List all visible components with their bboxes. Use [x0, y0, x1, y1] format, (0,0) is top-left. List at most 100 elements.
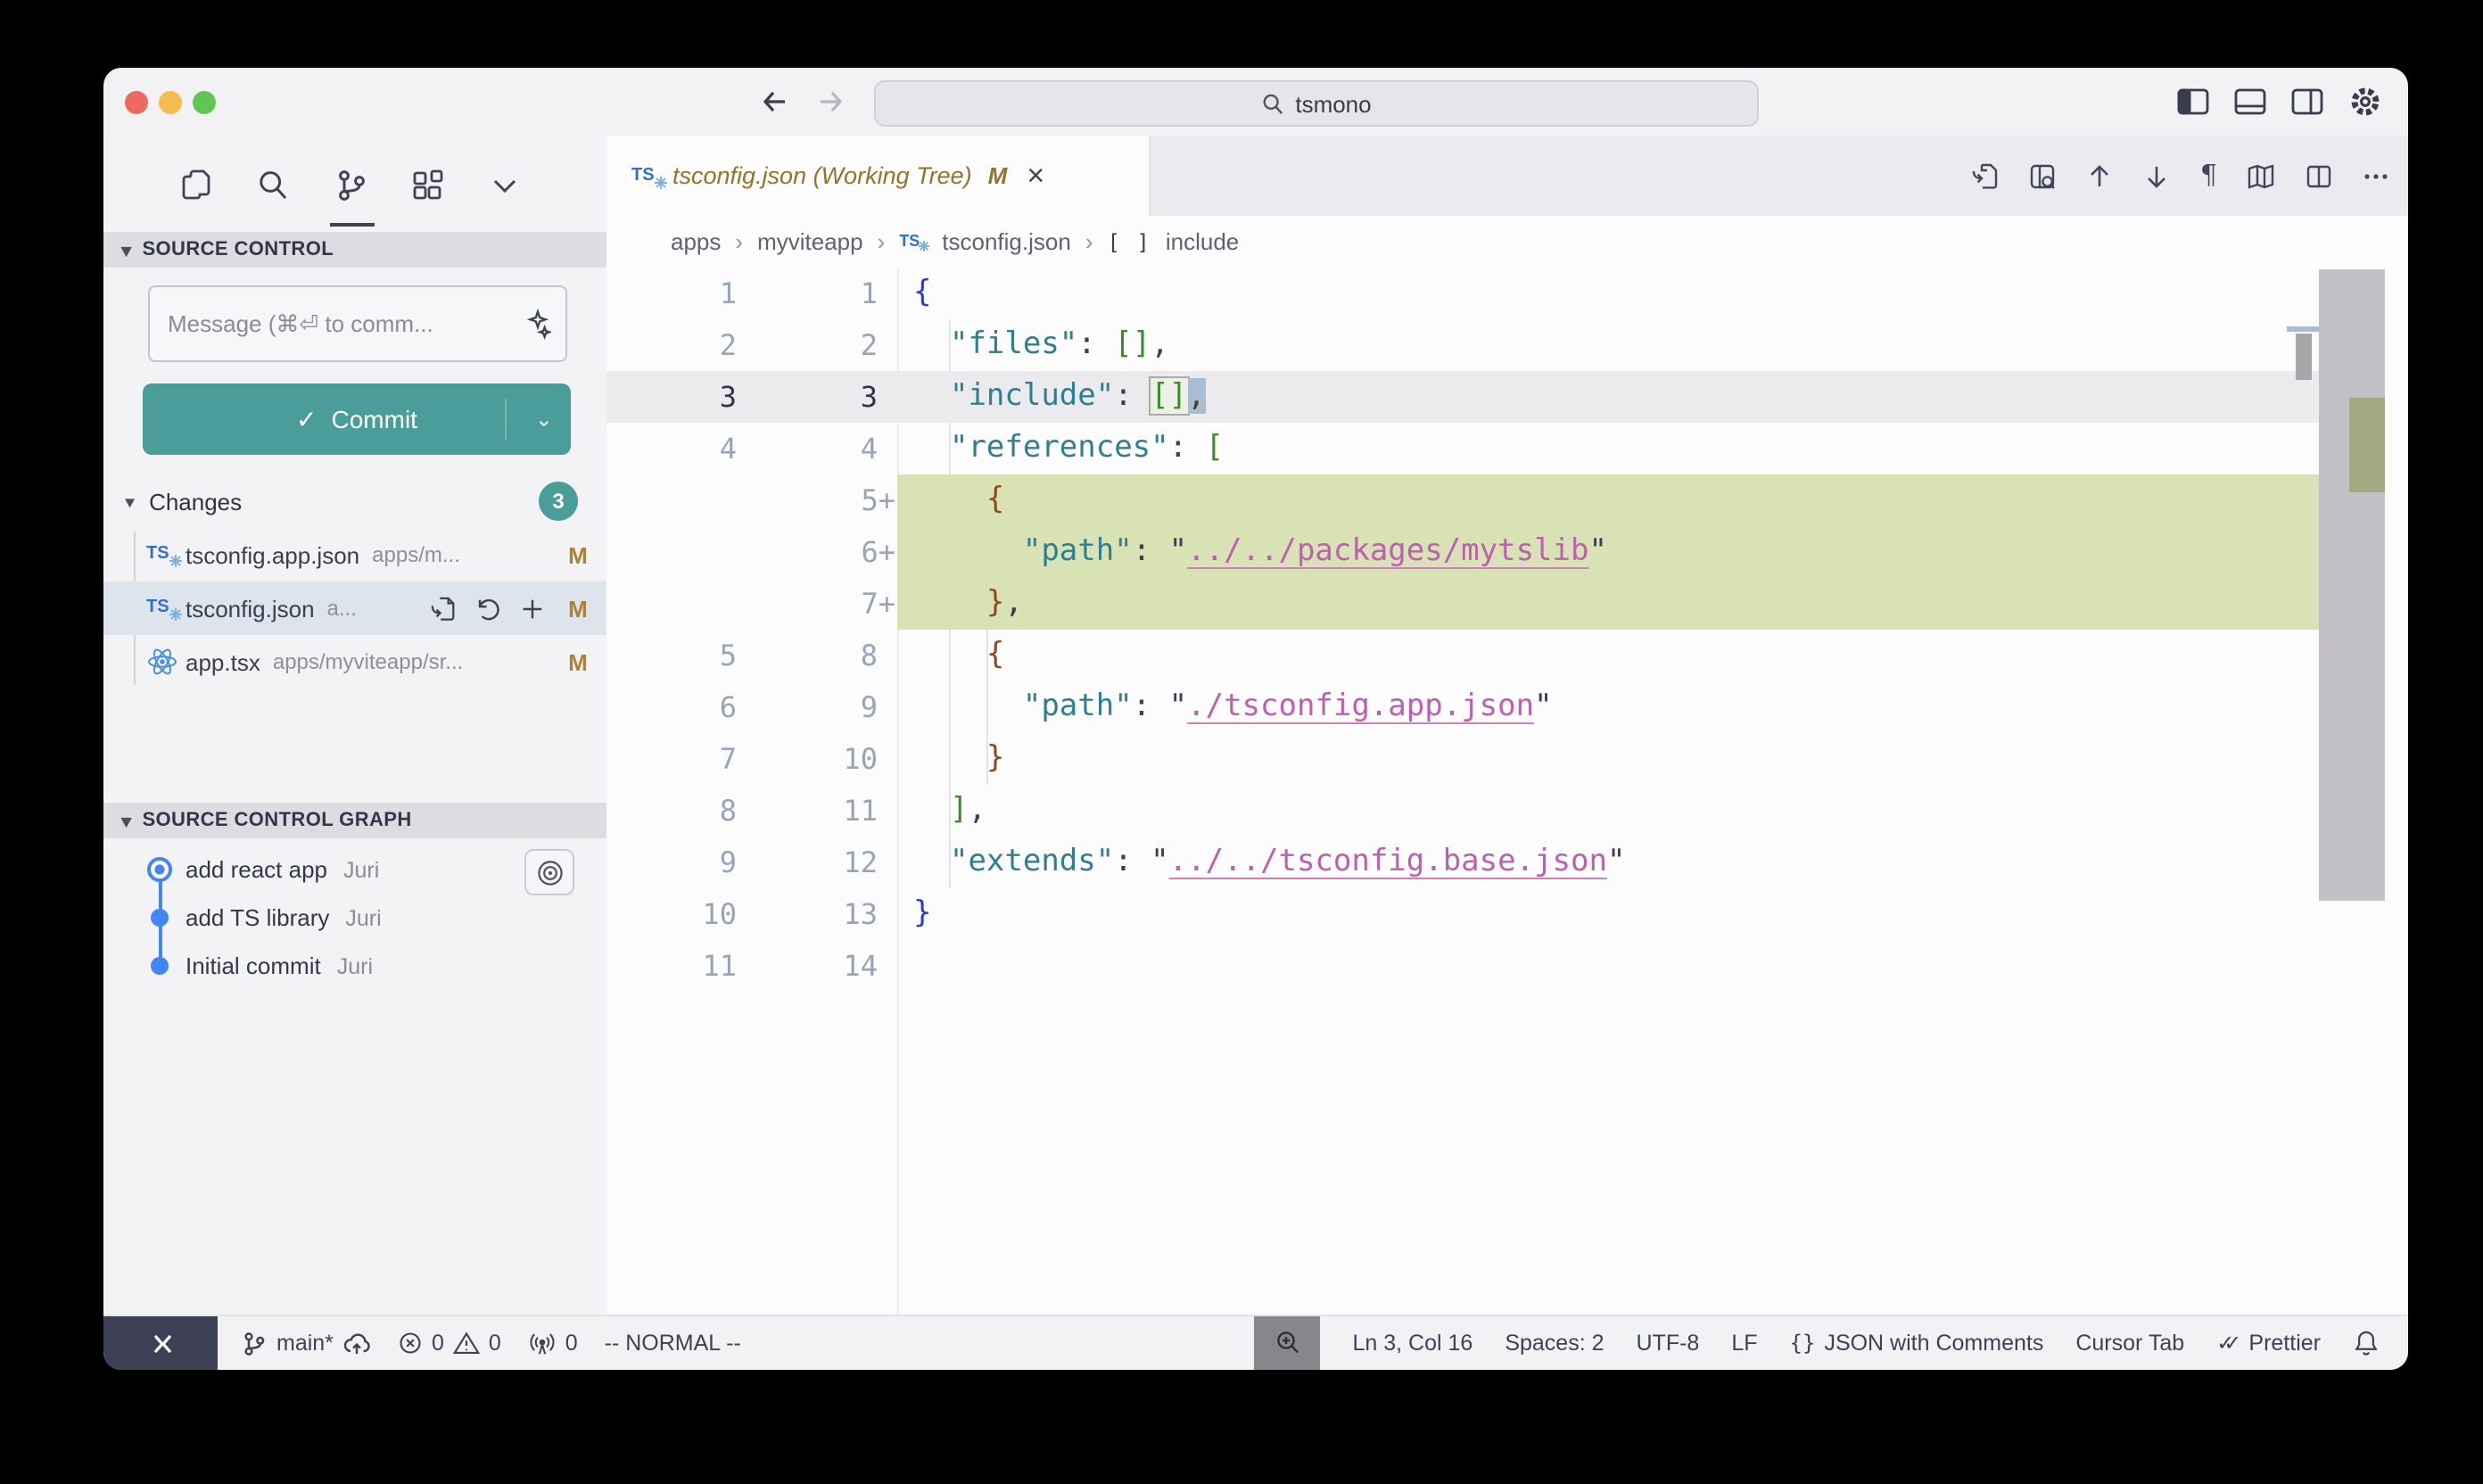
- cursor-tab-item[interactable]: Cursor Tab: [2075, 1331, 2184, 1356]
- extensions-icon[interactable]: [410, 168, 446, 203]
- code-line-9[interactable]: 69 "path": "./tsconfig.app.json": [606, 681, 2408, 733]
- code-line-3[interactable]: 33 "include": [],: [606, 371, 2408, 423]
- eol-item[interactable]: LF: [1731, 1331, 1757, 1356]
- notifications-bell-icon[interactable]: [2353, 1329, 2380, 1357]
- code-line-6[interactable]: 6+ "path": "../../packages/mytslib": [606, 526, 2408, 578]
- breadcrumb-item-tsconfig[interactable]: tsconfig.json: [942, 228, 1071, 255]
- back-arrow-icon[interactable]: [756, 84, 792, 120]
- ts-file-icon: TS: [146, 594, 178, 622]
- toggle-secondary-sidebar-icon[interactable]: [2290, 87, 2324, 116]
- active-view-underline: [330, 223, 375, 227]
- command-center-search[interactable]: tsmono: [874, 80, 1759, 127]
- maximize-traffic-light[interactable]: [193, 91, 216, 114]
- check-icon: ✓: [296, 404, 317, 434]
- chevron-down-icon[interactable]: [487, 168, 523, 203]
- target-icon[interactable]: [524, 849, 574, 895]
- forward-arrow-icon[interactable]: [813, 84, 849, 120]
- formatter-label: Prettier: [2248, 1331, 2321, 1356]
- next-change-icon[interactable]: [2143, 161, 2172, 190]
- indentation-item[interactable]: Spaces: 2: [1505, 1331, 1604, 1356]
- go-to-file-icon[interactable]: [1972, 161, 2000, 190]
- tab-tsconfig-working-tree[interactable]: TS tsconfig.json (Working Tree) M ×: [606, 136, 1151, 216]
- screen: tsmono: [0, 0, 2483, 1484]
- search-icon[interactable]: [255, 168, 291, 203]
- cursor-position-item[interactable]: Ln 3, Col 16: [1352, 1331, 1472, 1356]
- map-icon[interactable]: [2246, 161, 2276, 190]
- commit-row-3[interactable]: Initial commitJuri: [103, 942, 606, 990]
- warning-count: 0: [489, 1331, 501, 1356]
- code-line-4[interactable]: 44 "references": [: [606, 423, 2408, 474]
- changed-file-row-tsconfig.app.json[interactable]: TStsconfig.app.jsonapps/m...M: [103, 528, 606, 581]
- code-line-10[interactable]: 710 }: [606, 733, 2408, 785]
- language-mode-item[interactable]: {} JSON with Comments: [1790, 1331, 2044, 1356]
- file-path: a...: [327, 596, 430, 621]
- code-line-8[interactable]: 58 {: [606, 630, 2408, 681]
- commit-row-2[interactable]: add TS libraryJuri: [103, 894, 606, 942]
- breadcrumb: apps › myviteapp › TS tsconfig.json › [ …: [606, 216, 2408, 268]
- toggle-panel-icon[interactable]: [2233, 87, 2267, 116]
- changed-file-row-tsconfig.json[interactable]: TStsconfig.jsona...M: [103, 581, 606, 635]
- commit-message-input[interactable]: Message (⌘⏎ to comm...: [148, 285, 567, 362]
- zoom-in-icon: [1273, 1329, 1301, 1357]
- code-line-13[interactable]: 1013}: [606, 888, 2408, 940]
- source-control-icon[interactable]: [334, 168, 369, 203]
- discard-icon[interactable]: [474, 595, 501, 622]
- formatter-item[interactable]: ✓✓ Prettier: [2216, 1331, 2321, 1356]
- branch-status-item[interactable]: main*: [241, 1330, 371, 1356]
- split-editor-icon[interactable]: [2305, 161, 2333, 190]
- sidebar: ▾ SOURCE CONTROL Message (⌘⏎ to comm... …: [103, 136, 608, 1315]
- vscode-window: tsmono: [103, 68, 2408, 1370]
- code-line-1[interactable]: 11{: [606, 268, 2408, 319]
- breadcrumb-item-apps[interactable]: apps: [671, 228, 721, 255]
- prev-change-icon[interactable]: [2086, 161, 2115, 190]
- source-control-graph-section-header[interactable]: ▾ SOURCE CONTROL GRAPH: [103, 803, 606, 838]
- sparkle-icon[interactable]: [519, 308, 551, 340]
- remote-indicator[interactable]: [103, 1315, 218, 1370]
- zoom-indicator[interactable]: [1254, 1315, 1320, 1370]
- changed-file-row-app.tsx[interactable]: app.tsxapps/myviteapp/sr...M: [103, 635, 606, 688]
- code-line-2[interactable]: 22 "files": [],: [606, 319, 2408, 371]
- editor-toolbar: ¶: [1972, 136, 2390, 216]
- code-line-5[interactable]: 5+ {: [606, 474, 2408, 526]
- find-icon[interactable]: [2029, 161, 2058, 190]
- source-control-section-header[interactable]: ▾ SOURCE CONTROL: [103, 232, 606, 268]
- encoding-item[interactable]: UTF-8: [1637, 1331, 1700, 1356]
- close-icon[interactable]: ×: [1027, 161, 1044, 191]
- editor-scrollbar[interactable]: [2319, 269, 2385, 901]
- vim-mode-indicator: -- NORMAL --: [605, 1331, 741, 1356]
- more-actions-icon[interactable]: [2362, 161, 2390, 190]
- changes-section-header[interactable]: ▾ Changes 3: [103, 478, 606, 526]
- breadcrumb-item-myviteapp[interactable]: myviteapp: [757, 228, 863, 255]
- branch-name: main*: [276, 1331, 334, 1356]
- changes-label: Changes: [149, 489, 242, 515]
- minimize-traffic-light[interactable]: [159, 91, 182, 114]
- code-line-14[interactable]: 1114: [606, 940, 2408, 992]
- broadcast-status-item[interactable]: 0: [528, 1330, 578, 1356]
- commit-dropdown-chevron-icon[interactable]: ⌄: [535, 407, 553, 432]
- toggle-primary-sidebar-icon[interactable]: [2176, 87, 2210, 116]
- braces-icon: {}: [1790, 1331, 1816, 1356]
- code-line-7[interactable]: 7+ },: [606, 578, 2408, 630]
- diff-editor[interactable]: 11{22 "files": [],33 "include": [],44 "r…: [606, 268, 2408, 1315]
- code-line-12[interactable]: 912 "extends": "../../tsconfig.base.json…: [606, 837, 2408, 888]
- status-bar: main* 0 0 0 -- NORMAL --: [103, 1315, 2408, 1370]
- graph-header-label: SOURCE CONTROL GRAPH: [142, 810, 411, 831]
- files-icon[interactable]: [178, 168, 214, 203]
- file-path: apps/myviteapp/sr...: [273, 649, 546, 674]
- close-traffic-light[interactable]: [125, 91, 148, 114]
- file-path: apps/m...: [372, 542, 546, 567]
- problems-status-item[interactable]: 0 0: [398, 1331, 501, 1356]
- commit-button[interactable]: ✓ Commit ⌄: [143, 383, 571, 455]
- breadcrumb-item-include[interactable]: include: [1166, 228, 1239, 255]
- warning-icon: [453, 1331, 480, 1356]
- file-name: app.tsx: [186, 648, 260, 675]
- pilcrow-icon[interactable]: ¶: [2200, 162, 2217, 189]
- chevron-right-icon: ›: [735, 228, 743, 255]
- commit-row-1[interactable]: add react appJuri: [103, 845, 606, 894]
- code-line-11[interactable]: 811 ],: [606, 785, 2408, 837]
- settings-gear-icon[interactable]: [2347, 84, 2383, 120]
- open-file-icon[interactable]: [430, 595, 457, 622]
- stage-icon[interactable]: [519, 595, 546, 622]
- editor-group: TS tsconfig.json (Working Tree) M × ¶: [606, 136, 2408, 1315]
- file-name: tsconfig.json: [186, 595, 315, 622]
